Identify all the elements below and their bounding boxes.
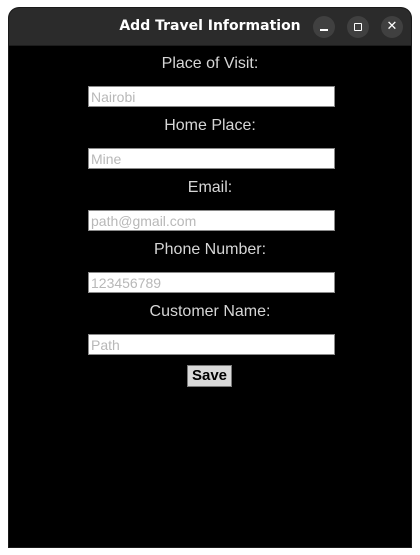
maximize-button[interactable] xyxy=(347,16,369,38)
place-of-visit-label: Place of Visit: xyxy=(161,55,259,72)
place-of-visit-input[interactable] xyxy=(88,86,335,107)
home-place-input[interactable] xyxy=(88,148,335,169)
phone-number-input[interactable] xyxy=(88,272,335,293)
app-window: Add Travel Information ✕ Place of Visit:… xyxy=(9,8,411,547)
email-label: Email: xyxy=(187,179,233,196)
phone-number-label: Phone Number: xyxy=(153,241,267,258)
minimize-icon xyxy=(320,29,328,31)
close-button[interactable]: ✕ xyxy=(381,16,403,38)
minimize-button[interactable] xyxy=(313,16,335,38)
maximize-icon xyxy=(354,23,362,31)
home-place-label: Home Place: xyxy=(164,117,256,134)
customer-name-label: Customer Name: xyxy=(149,303,271,320)
close-icon: ✕ xyxy=(386,19,398,34)
customer-name-input[interactable] xyxy=(88,334,335,355)
title-bar[interactable]: Add Travel Information ✕ xyxy=(9,8,411,46)
email-input[interactable] xyxy=(88,210,335,231)
save-button[interactable]: Save xyxy=(187,365,232,387)
